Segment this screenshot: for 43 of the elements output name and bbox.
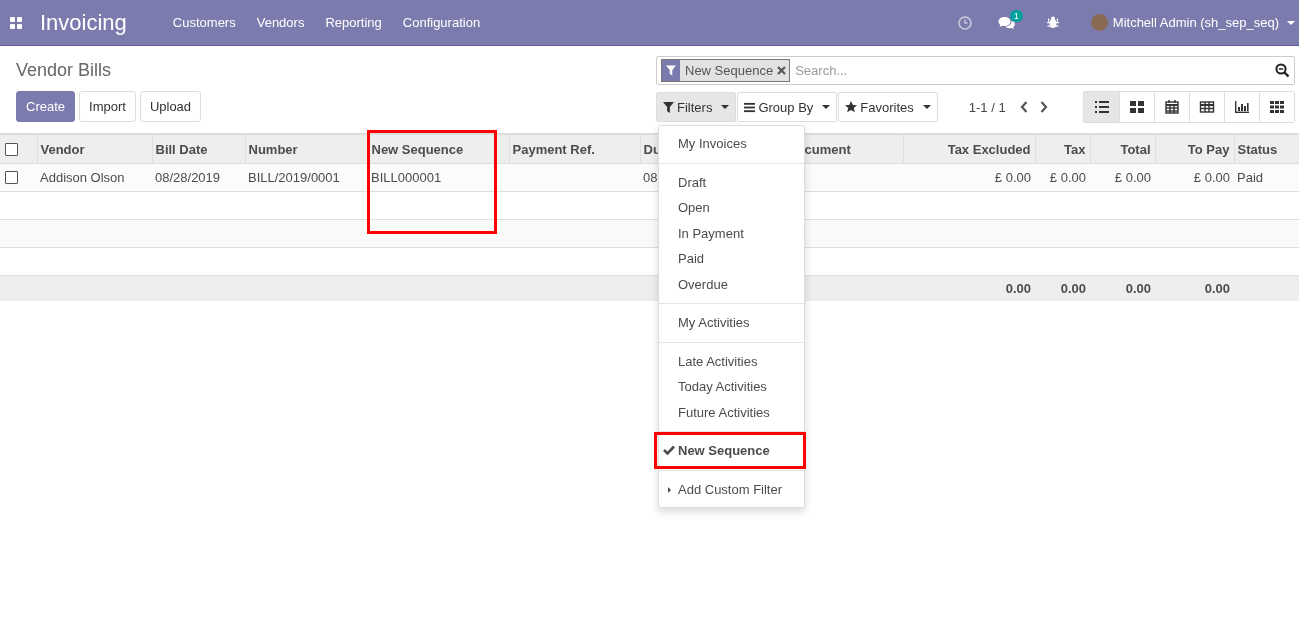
filter-option[interactable]: My Activities — [659, 310, 804, 336]
filter-option[interactable]: Future Activities — [659, 399, 804, 425]
action-button[interactable]: Import — [79, 91, 136, 122]
filter-option[interactable]: Draft — [659, 169, 804, 195]
filter-option[interactable]: Paid — [659, 246, 804, 272]
table-cell: 08/28/2019 — [155, 170, 221, 185]
table-cell: BILL/2019/0001 — [248, 170, 340, 185]
search-option-button[interactable]: Group By — [737, 92, 838, 122]
filter-option[interactable]: My Invoices — [659, 131, 804, 157]
add-custom-filter-option[interactable]: Add Custom Filter — [659, 476, 804, 502]
menu-item[interactable]: Configuration — [402, 15, 481, 30]
table-cell: Addison Olson — [40, 170, 125, 185]
filter-option[interactable]: Overdue — [659, 271, 804, 297]
action-button[interactable]: Upload — [139, 91, 202, 122]
table-cell: 0.00 — [1060, 281, 1086, 296]
filter-option[interactable]: In Payment — [659, 220, 804, 246]
filter-option[interactable]: Open — [659, 195, 804, 221]
action-button[interactable]: Create — [16, 91, 76, 122]
filter-option[interactable]: Today Activities — [659, 374, 804, 400]
search-option-button[interactable]: Favorites — [838, 92, 938, 122]
filter-facet[interactable]: New Sequence — [661, 59, 791, 82]
table-cell: £ 0.00 — [1049, 170, 1086, 185]
page-title: Vendor Bills — [16, 60, 112, 81]
table-cell: £ 0.00 — [994, 170, 1031, 185]
search-field[interactable]: New Sequence Search... — [656, 56, 1295, 85]
user-menu[interactable]: Mitchell Admin (sh_sep_seq) — [1112, 15, 1279, 30]
table-cell: 0.00 — [1204, 281, 1230, 296]
table-cell: Paid — [1237, 170, 1264, 185]
table-cell: 0.00 — [1125, 281, 1151, 296]
table-cell: BILL000001 — [371, 170, 442, 185]
menu-item[interactable]: Customers — [172, 15, 236, 30]
table-cell: £ 0.00 — [1193, 170, 1230, 185]
app-title: Invoicing — [40, 9, 127, 36]
menu-item[interactable]: Vendors — [256, 15, 305, 30]
table-cell: £ 0.00 — [1114, 170, 1151, 185]
menu-item[interactable]: Reporting — [325, 15, 382, 30]
table-cell: 0.00 — [1005, 281, 1031, 296]
search-option-button[interactable]: Filters — [656, 92, 737, 122]
filter-option[interactable]: New Sequence — [659, 438, 804, 464]
message-count-badge: 1 — [1009, 9, 1023, 22]
pager-value: 1-1 / 1 — [968, 99, 1006, 115]
filter-option[interactable]: Late Activities — [659, 348, 804, 374]
table-cell: 08 — [643, 170, 658, 185]
